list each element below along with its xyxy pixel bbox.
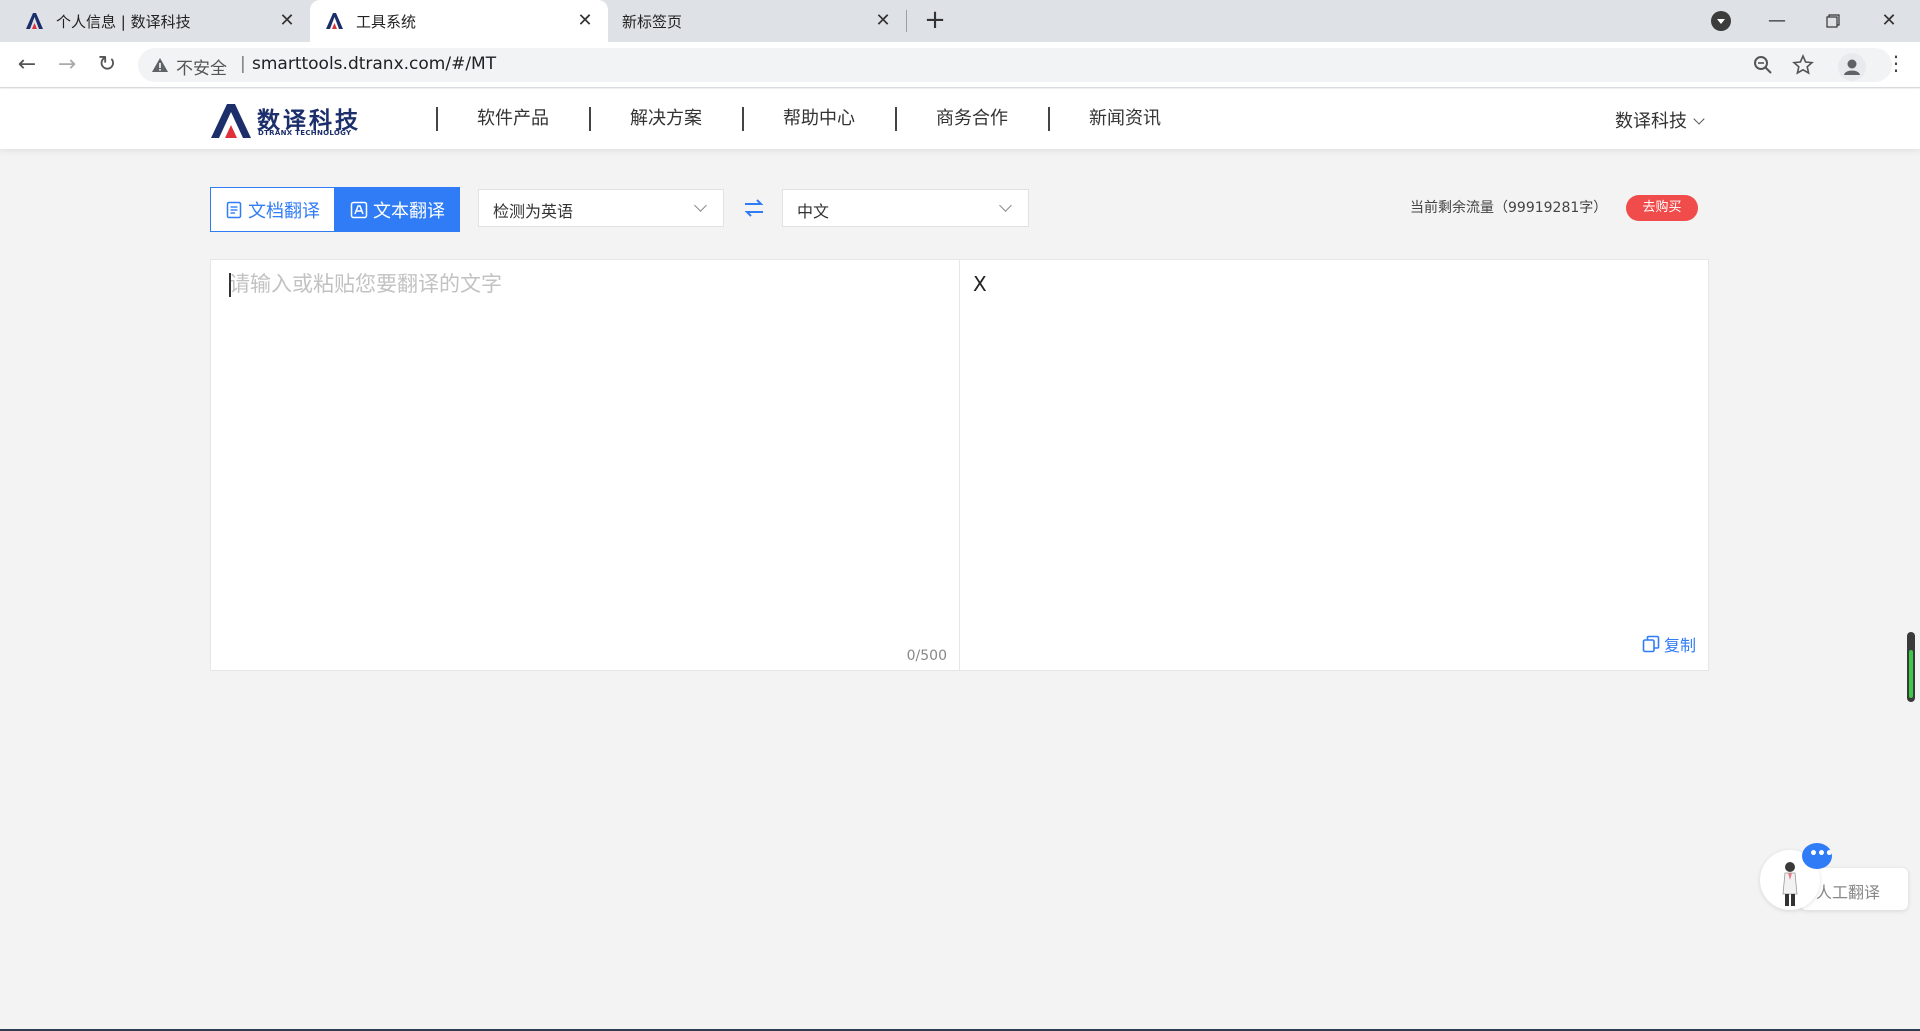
nav-item-news[interactable]: 新闻资讯 bbox=[1048, 89, 1201, 149]
source-language-select[interactable]: 检测为英语 bbox=[478, 189, 724, 227]
document-icon bbox=[226, 201, 242, 218]
text-translate-button[interactable]: 文本翻译 bbox=[335, 187, 460, 232]
url-text[interactable]: smarttools.dtranx.com/#/MT bbox=[252, 54, 496, 74]
tab-title: 新标签页 bbox=[622, 12, 683, 31]
user-menu-label: 数译科技 bbox=[1615, 111, 1687, 132]
copy-icon bbox=[1642, 635, 1660, 653]
site-header: 数译科技 DTRANX TECHNOLOGY 软件产品 解决方案 帮助中心 商务… bbox=[0, 89, 1920, 149]
warning-icon bbox=[152, 58, 168, 72]
nav-item-business[interactable]: 商务合作 bbox=[895, 89, 1048, 149]
target-panel: X 复制 bbox=[961, 260, 1708, 670]
copy-button[interactable]: 复制 bbox=[1642, 632, 1696, 656]
chevron-down-icon bbox=[999, 199, 1012, 212]
nav-item-solutions[interactable]: 解决方案 bbox=[589, 89, 742, 149]
copy-label: 复制 bbox=[1663, 636, 1696, 655]
zoom-icon[interactable] bbox=[1752, 54, 1774, 76]
source-language-value: 检测为英语 bbox=[493, 202, 574, 221]
side-scroll-handle[interactable] bbox=[1907, 632, 1915, 702]
browser-menu-icon[interactable]: ⋮ bbox=[1886, 50, 1906, 76]
chevron-down-icon bbox=[1693, 113, 1705, 125]
reload-icon[interactable]: ↻ bbox=[92, 50, 122, 80]
address-bar[interactable]: 不安全 | smarttools.dtranx.com/#/MT bbox=[138, 48, 1892, 82]
browser-tab-profile[interactable]: 个人信息 | 数译科技 ✕ bbox=[0, 0, 310, 42]
nav-item-products[interactable]: 软件产品 bbox=[436, 89, 589, 149]
target-language-value: 中文 bbox=[797, 202, 830, 221]
source-text-input[interactable] bbox=[229, 268, 944, 628]
human-translation-widget[interactable]: 人工翻译 ••• bbox=[1760, 840, 1908, 914]
text-translate-label: 文本翻译 bbox=[373, 200, 445, 222]
close-window-icon[interactable]: ✕ bbox=[1874, 6, 1904, 36]
browser-tab-tools[interactable]: 工具系统 ✕ bbox=[310, 0, 608, 42]
security-separator: | bbox=[240, 54, 246, 74]
profile-avatar[interactable] bbox=[1838, 53, 1866, 81]
translation-panels: 0/500 X 复制 bbox=[210, 259, 1709, 671]
text-translate-icon bbox=[350, 201, 368, 218]
translation-mode-toggle: 文档翻译 文本翻译 bbox=[210, 187, 460, 232]
minimize-icon[interactable]: — bbox=[1762, 6, 1792, 36]
tab-separator bbox=[906, 10, 907, 32]
brand-logo[interactable]: 数译科技 DTRANX TECHNOLOGY bbox=[210, 101, 370, 141]
user-menu[interactable]: 数译科技 bbox=[1615, 107, 1705, 133]
security-label[interactable]: 不安全 bbox=[176, 54, 227, 79]
new-tab-button[interactable]: + bbox=[922, 7, 948, 34]
dtranx-favicon-icon bbox=[326, 13, 343, 29]
source-panel: 0/500 bbox=[211, 260, 960, 670]
chat-dots: ••• bbox=[1809, 846, 1834, 862]
character-count: 0/500 bbox=[906, 648, 947, 664]
dtranx-favicon-icon bbox=[26, 13, 43, 29]
doc-translate-button[interactable]: 文档翻译 bbox=[210, 187, 335, 232]
back-icon[interactable]: ← bbox=[12, 50, 42, 80]
remaining-quota: 当前剩余流量（99919281字） bbox=[1410, 200, 1608, 216]
browser-toolbar: ← → ↻ 不安全 | smarttools.dtranx.com/#/MT ⋮ bbox=[0, 42, 1920, 88]
translation-output: X bbox=[973, 272, 987, 296]
tab-title: 工具系统 bbox=[356, 12, 417, 31]
brand-subtitle: DTRANX TECHNOLOGY bbox=[258, 129, 352, 137]
restore-icon[interactable] bbox=[1818, 6, 1848, 36]
tab-title: 个人信息 | 数译科技 bbox=[56, 12, 191, 31]
human-translation-label: 人工翻译 bbox=[1816, 883, 1881, 902]
browser-tab-strip: 个人信息 | 数译科技 ✕ 工具系统 ✕ 新标签页 ✕ + — ✕ bbox=[0, 0, 1920, 42]
tab-search-icon[interactable] bbox=[1711, 11, 1731, 31]
dtranx-logo-icon bbox=[211, 104, 251, 138]
chevron-down-icon bbox=[694, 199, 707, 212]
nav-item-help[interactable]: 帮助中心 bbox=[742, 89, 895, 149]
doc-translate-label: 文档翻译 bbox=[248, 200, 320, 222]
text-caret bbox=[229, 273, 231, 297]
buy-button[interactable]: 去购买 bbox=[1626, 195, 1698, 221]
person-icon bbox=[1844, 59, 1860, 75]
bookmark-star-icon[interactable] bbox=[1792, 54, 1814, 76]
target-language-select[interactable]: 中文 bbox=[782, 189, 1029, 227]
tab-close-icon[interactable]: ✕ bbox=[576, 12, 594, 30]
tab-close-icon[interactable]: ✕ bbox=[874, 12, 892, 30]
browser-tab-newtab[interactable]: 新标签页 ✕ bbox=[608, 0, 906, 42]
swap-languages-icon[interactable] bbox=[742, 196, 766, 220]
forward-icon[interactable]: → bbox=[52, 50, 82, 80]
main-nav: 软件产品 解决方案 帮助中心 商务合作 新闻资讯 bbox=[436, 89, 1201, 149]
tab-close-icon[interactable]: ✕ bbox=[278, 12, 296, 30]
